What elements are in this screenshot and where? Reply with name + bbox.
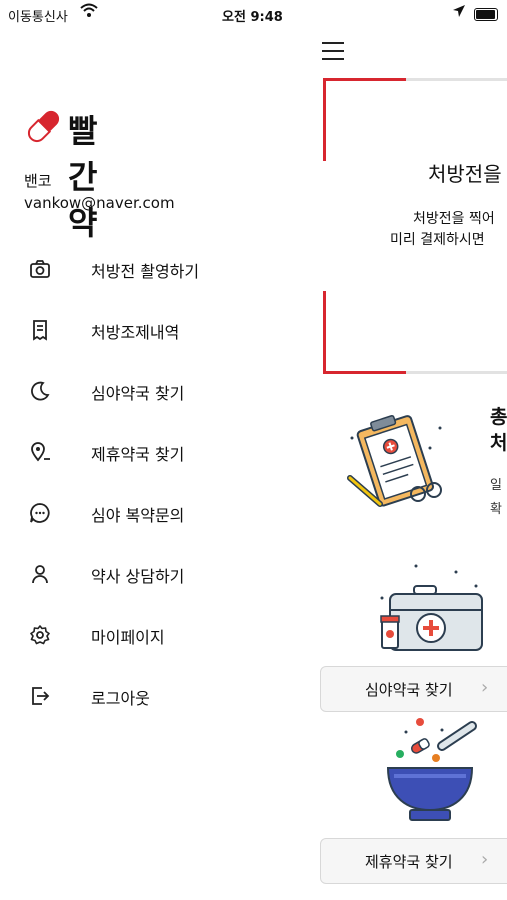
partner-pharmacy-button-label: 제휴약국 찾기: [365, 853, 453, 871]
main-content: 처방전을 처방전을 찍어 미리 결제하시면 총 처 일 확 심야약국 찾기 › …: [318, 28, 507, 900]
person-icon: [29, 563, 51, 585]
location-pin-icon: [29, 441, 51, 463]
menu-item-pharmacist-consult[interactable]: 약사 상담하기: [0, 543, 318, 604]
card2-title-line1: 총: [490, 406, 507, 428]
wifi-icon: [80, 3, 98, 23]
card-subtitle-line1: 처방전을 찍어: [413, 211, 495, 227]
clipboard-prescription-illustration: [340, 408, 450, 522]
menu-item-label: 약사 상담하기: [91, 567, 185, 586]
logout-icon: [29, 685, 51, 707]
status-bar: 이동통신사 오전 9:48: [0, 0, 507, 28]
hamburger-menu-icon[interactable]: [322, 42, 344, 60]
card2-subtitle-line2: 확: [490, 502, 502, 517]
carrier-label: 이동통신사: [8, 10, 68, 25]
night-pharmacy-button[interactable]: 심야약국 찾기 ›: [320, 666, 507, 712]
menu-item-night-consult[interactable]: 심야 복약문의: [0, 482, 318, 543]
receipt-icon: [29, 319, 51, 341]
camera-icon: [29, 258, 51, 280]
gear-icon: [29, 624, 51, 646]
menu-item-label: 로그아웃: [91, 689, 150, 708]
partner-pharmacy-button[interactable]: 제휴약국 찾기 ›: [320, 838, 507, 884]
menu-item-dispense-history[interactable]: 처방조제내역: [0, 299, 318, 360]
menu-item-label: 심야 복약문의: [91, 506, 185, 525]
card-subtitle-line2: 미리 결제하시면: [390, 232, 485, 248]
brand-name: 빨간약: [68, 112, 97, 242]
chevron-right-icon: ›: [481, 677, 489, 698]
menu-item-prescription-photo[interactable]: 처방전 촬영하기: [0, 238, 318, 299]
battery-icon: [474, 8, 498, 21]
drawer-menu: 처방전 촬영하기 처방조제내역 심야약국 찾기 제휴약국 찾기 심야 복약문의: [0, 238, 318, 726]
moon-icon: [29, 380, 51, 402]
menu-item-logout[interactable]: 로그아웃: [0, 665, 318, 726]
menu-item-label: 처방전 촬영하기: [91, 262, 200, 281]
menu-item-my-page[interactable]: 마이페이지: [0, 604, 318, 665]
first-aid-kit-illustration: [376, 558, 491, 662]
mortar-pestle-illustration: [380, 718, 480, 832]
user-email: vankow@naver.com: [24, 194, 175, 212]
clock: 오전 9:48: [222, 10, 283, 25]
side-drawer: 빨간약 밴코 vankow@naver.com 처방전 촬영하기 처방조제내역 …: [0, 28, 318, 900]
card2-subtitle-line1: 일: [490, 478, 502, 493]
menu-item-label: 심야약국 찾기: [91, 384, 185, 403]
menu-item-night-pharmacy[interactable]: 심야약국 찾기: [0, 360, 318, 421]
chevron-right-icon: ›: [481, 849, 489, 870]
location-arrow-icon: [452, 4, 466, 22]
menu-item-label: 제휴약국 찾기: [91, 445, 185, 464]
chat-icon: [29, 502, 51, 524]
card-title: 처방전을: [428, 162, 502, 186]
menu-item-partner-pharmacy[interactable]: 제휴약국 찾기: [0, 421, 318, 482]
pill-icon: [27, 110, 60, 143]
user-name: 밴코: [24, 172, 52, 190]
menu-item-label: 마이페이지: [91, 628, 165, 647]
night-pharmacy-button-label: 심야약국 찾기: [365, 681, 453, 699]
card2-title-line2: 처: [490, 432, 507, 454]
menu-item-label: 처방조제내역: [91, 323, 180, 342]
